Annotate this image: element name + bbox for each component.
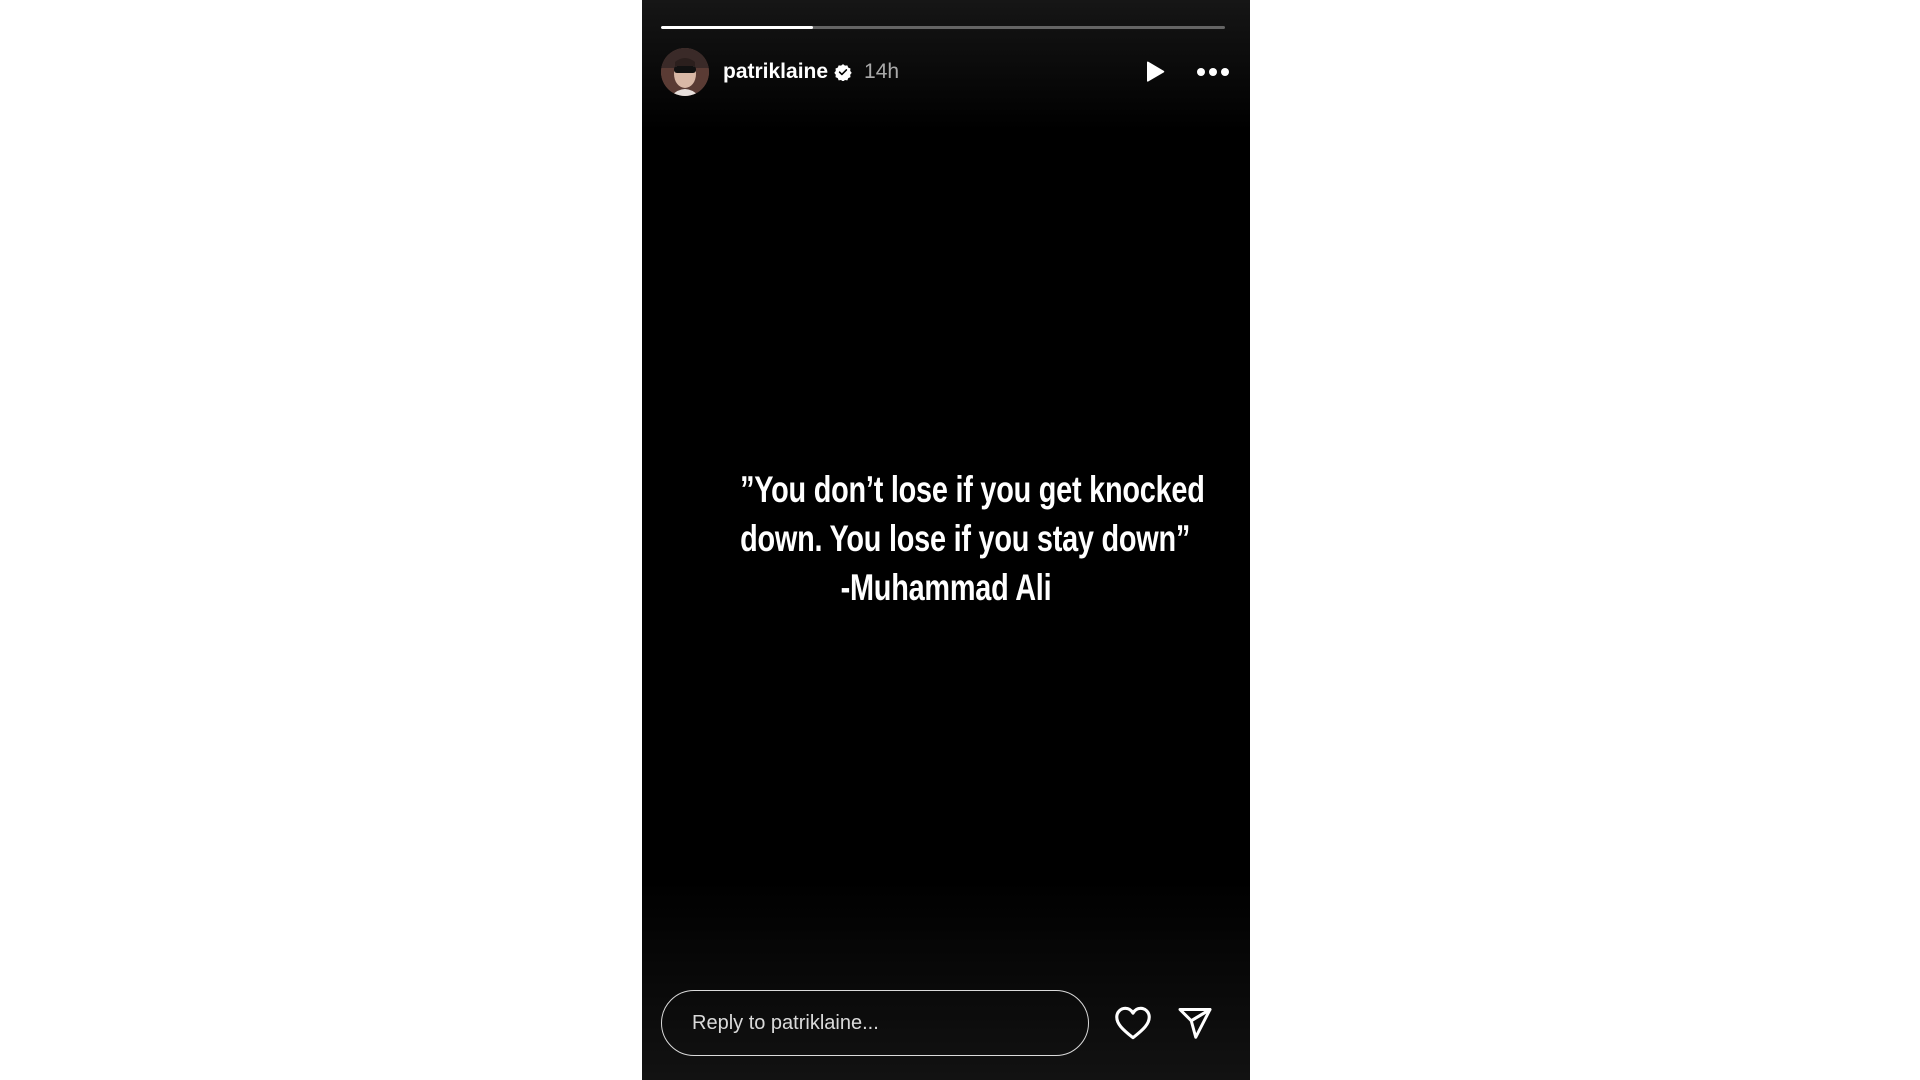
story-username[interactable]: patriklaine <box>723 60 828 84</box>
story-viewer[interactable]: patriklaine 14h ”You don’t lose if you g… <box>642 0 1250 1080</box>
page: patriklaine 14h ”You don’t lose if you g… <box>0 0 1920 1080</box>
more-horizontal-icon <box>1197 68 1229 76</box>
profile-photo-icon <box>661 48 709 96</box>
verified-badge-icon <box>834 63 852 81</box>
share-button[interactable] <box>1175 1003 1215 1043</box>
more-options-button[interactable] <box>1195 58 1231 86</box>
story-progress-bar <box>661 26 1225 29</box>
quote-line: -Muhammad Ali <box>840 567 1052 608</box>
story-timestamp: 14h <box>864 60 900 83</box>
play-icon <box>1147 61 1165 82</box>
story-quote-text: ”You don’t lose if you get knocked down.… <box>740 465 1205 612</box>
story-header-actions <box>1141 58 1231 86</box>
quote-line: down. You lose if you stay down” <box>740 518 1191 559</box>
story-progress-fill <box>661 26 814 29</box>
send-icon <box>1178 1008 1212 1039</box>
avatar[interactable] <box>661 48 709 96</box>
heart-icon <box>1115 1006 1151 1040</box>
reply-bar <box>661 990 1231 1056</box>
like-button[interactable] <box>1113 1003 1153 1043</box>
reply-input[interactable] <box>661 990 1089 1056</box>
quote-line: ”You don’t lose if you get knocked <box>740 469 1205 510</box>
play-button[interactable] <box>1141 58 1169 86</box>
story-header: patriklaine 14h <box>661 48 1231 96</box>
